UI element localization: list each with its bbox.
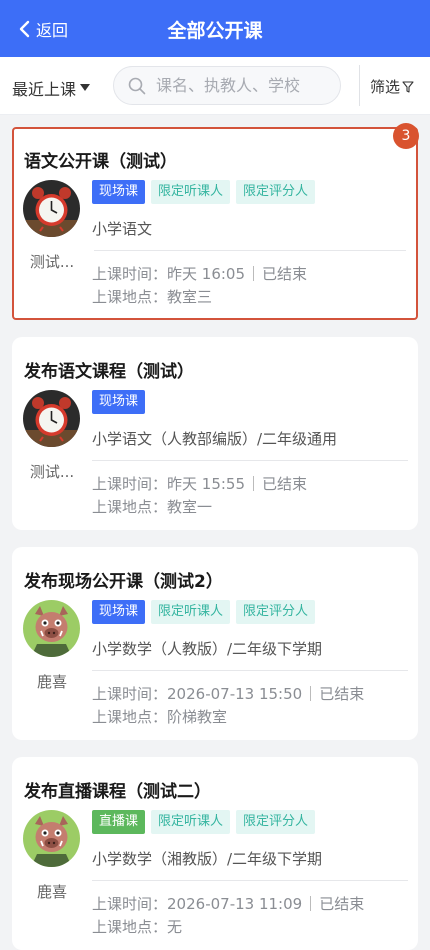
course-card[interactable]: 语文公开课（测试） 测试... 现场课 限定听课人 限定评分人 小学语文 上课时间：… — [12, 123, 419, 320]
course-place: 教室一 — [167, 498, 213, 516]
page-title: 全部公开课 — [167, 20, 263, 42]
course-title: 发布语文课程（测试） — [24, 362, 194, 382]
search-input[interactable] — [154, 75, 328, 96]
course-status: 已结束 — [319, 895, 365, 913]
course-status: 已结束 — [262, 265, 308, 283]
course-tag: 直播课 — [92, 810, 146, 834]
course-place: 阶梯教室 — [167, 708, 228, 726]
caret-down-icon — [80, 84, 91, 91]
card-divider — [94, 250, 406, 251]
count-badge: 3 — [393, 123, 419, 149]
teacher-name: 鹿喜 — [36, 883, 67, 901]
separator — [310, 686, 312, 701]
course-subject: 小学数学（湘教版）/二年级下学期 — [92, 850, 323, 868]
place-label: 上课地点： — [92, 288, 168, 306]
course-status: 已结束 — [262, 475, 308, 493]
time-label: 上课时间： — [92, 475, 168, 493]
alarm-clock-icon — [23, 390, 80, 447]
time-label: 上课时间： — [92, 685, 168, 703]
filter-button[interactable]: 筛选 — [370, 76, 414, 97]
funnel-icon — [402, 80, 414, 93]
course-time: 2026-07-13 11:09 — [167, 895, 303, 913]
course-place-row: 上课地点：阶梯教室 — [92, 706, 227, 727]
course-tags: 现场课 限定听课人 限定评分人 — [92, 600, 316, 624]
course-card[interactable]: 发布现场公开课（测试2） 鹿喜 现场课 限定听课人 限定评分人 小学数学（人教版）/… — [12, 547, 418, 740]
separator — [253, 476, 255, 491]
place-label: 上课地点： — [92, 498, 168, 516]
boar-icon — [23, 810, 80, 867]
course-tag: 限定听课人 — [151, 180, 231, 204]
course-tags: 直播课 限定听课人 限定评分人 — [92, 810, 316, 834]
boar-icon — [23, 600, 80, 657]
course-tag: 限定听课人 — [151, 810, 231, 834]
course-tags: 现场课 — [92, 390, 146, 414]
course-time-row: 上课时间：2026-07-13 11:09 已结束 — [92, 893, 364, 914]
place-label: 上课地点： — [92, 708, 168, 726]
course-title: 发布现场公开课（测试2） — [24, 572, 223, 592]
course-card[interactable]: 发布直播课程（测试二） 鹿喜 直播课 限定听课人 限定评分人 小学数学（湘教版）/二… — [12, 757, 418, 950]
course-title: 发布直播课程（测试二） — [24, 782, 211, 802]
course-tag: 现场课 — [92, 180, 146, 204]
teacher-name: 鹿喜 — [36, 673, 67, 691]
sort-dropdown[interactable]: 最近上课 — [12, 76, 91, 100]
course-subject: 小学语文 — [92, 220, 153, 238]
course-place-row: 上课地点：无 — [92, 916, 182, 937]
time-label: 上课时间： — [92, 895, 168, 913]
place-label: 上课地点： — [92, 918, 168, 936]
course-place: 教室三 — [167, 288, 213, 306]
course-tag: 限定听课人 — [151, 600, 231, 624]
search-box[interactable] — [113, 66, 341, 105]
alarm-clock-icon — [23, 180, 80, 237]
card-divider — [92, 880, 408, 881]
sort-label: 最近上课 — [12, 80, 77, 99]
course-subject: 小学语文（人教部编版）/二年级通用 — [92, 430, 338, 448]
course-title: 语文公开课（测试） — [24, 152, 177, 172]
course-place-row: 上课地点：教室一 — [92, 496, 212, 517]
filter-label: 筛选 — [370, 78, 401, 96]
course-time-row: 上课时间：2026-07-13 15:50 已结束 — [92, 683, 364, 704]
teacher-name: 测试... — [29, 463, 75, 481]
course-time: 昨天 16:05 — [167, 265, 246, 283]
teacher-name: 测试... — [29, 253, 75, 271]
search-icon — [128, 77, 146, 94]
course-card[interactable]: 发布语文课程（测试） 测试... 现场课 小学语文（人教部编版）/二年级通用 上… — [12, 337, 418, 530]
course-tag: 限定评分人 — [236, 810, 316, 834]
course-subject: 小学数学（人教版）/二年级下学期 — [92, 640, 323, 658]
course-place: 无 — [167, 918, 183, 936]
card-divider — [92, 670, 408, 671]
time-label: 上课时间： — [92, 265, 168, 283]
course-tag: 现场课 — [92, 600, 146, 624]
course-tag: 现场课 — [92, 390, 146, 414]
toolbar-divider — [359, 65, 360, 106]
course-status: 已结束 — [319, 685, 365, 703]
separator — [253, 266, 255, 281]
app-header: 返回 全部公开课 — [0, 0, 430, 57]
card-divider — [92, 460, 408, 461]
course-time: 2026-07-13 15:50 — [167, 685, 303, 703]
course-time-row: 上课时间：昨天 16:05 已结束 — [92, 263, 307, 284]
course-time-row: 上课时间：昨天 15:55 已结束 — [92, 473, 307, 494]
course-time: 昨天 15:55 — [167, 475, 246, 493]
course-place-row: 上课地点：教室三 — [92, 286, 212, 307]
filter-toolbar: 最近上课 筛选 — [0, 57, 430, 115]
course-tags: 现场课 限定听课人 限定评分人 — [92, 180, 316, 204]
course-tag: 限定评分人 — [236, 180, 316, 204]
course-tag: 限定评分人 — [236, 600, 316, 624]
separator — [310, 896, 312, 911]
